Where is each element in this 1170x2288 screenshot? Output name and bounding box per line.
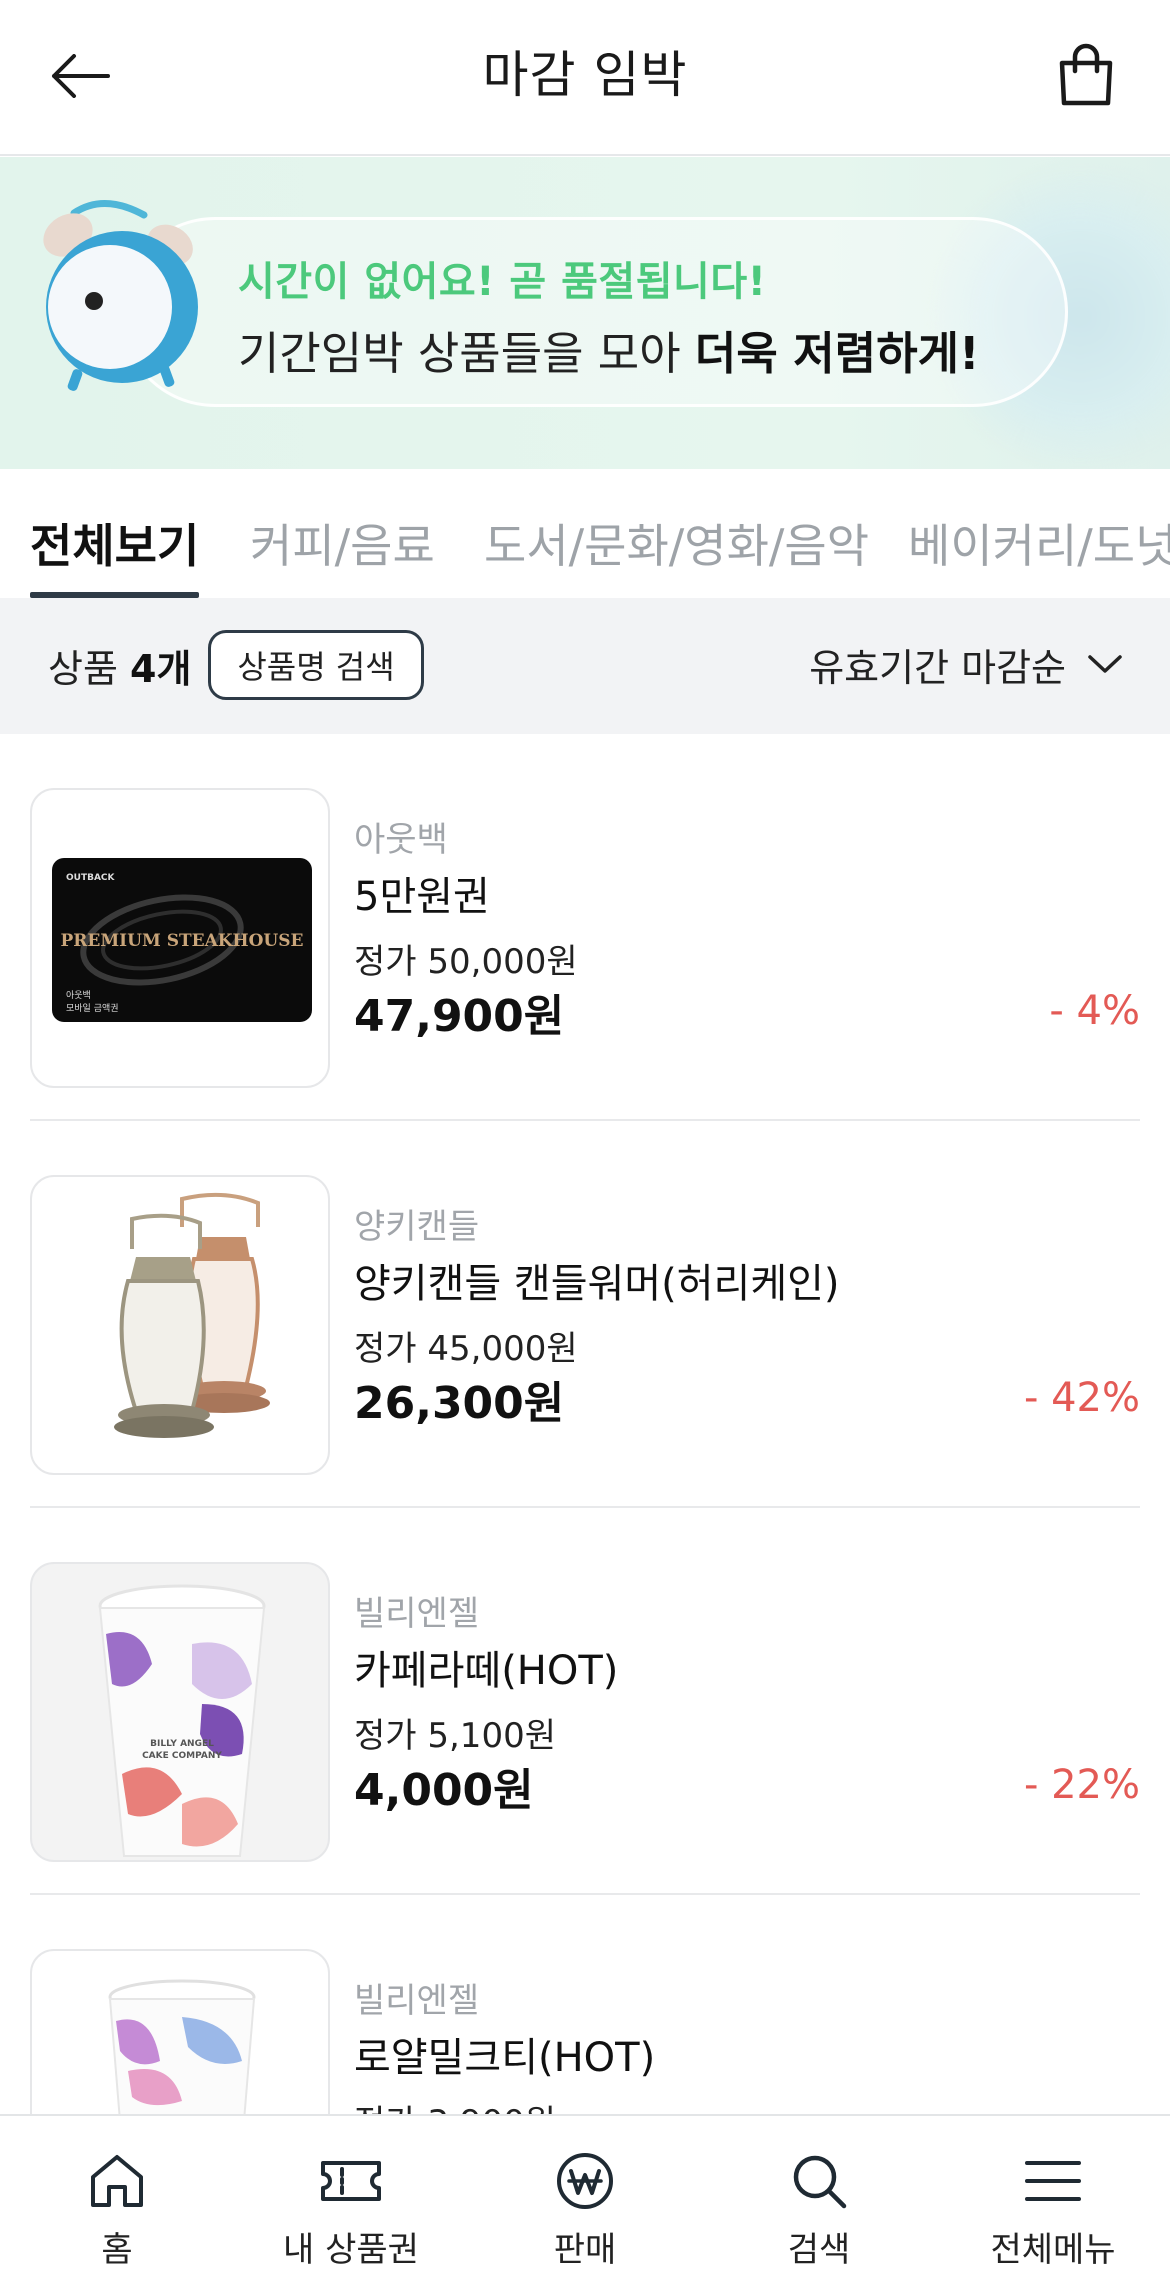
cart-button[interactable] bbox=[1046, 34, 1126, 114]
product-count: 상품 4개 bbox=[48, 638, 191, 693]
nav-sell[interactable]: 판매 bbox=[468, 2116, 702, 2288]
outback-gift-card-image: OUTBACK PREMIUM STEAKHOUSE 아웃백 모바일 금액권 bbox=[52, 858, 312, 1022]
tab-label: 도서/문화/영화/음악 bbox=[484, 519, 870, 573]
product-original-price: 정가 5,100원 bbox=[354, 1716, 556, 1756]
cup-brand-text-1: BILLY ANGEL bbox=[150, 1739, 214, 1749]
nav-all-menu[interactable]: 전체메뉴 bbox=[936, 2116, 1170, 2288]
product-original-price: 정가 45,000원 bbox=[354, 1329, 578, 1369]
alarm-clock-icon bbox=[43, 200, 198, 391]
tab-books-culture[interactable]: 도서/문화/영화/음악 bbox=[484, 510, 869, 598]
chevron-down-icon bbox=[1088, 655, 1122, 673]
product-brand: 양키캔들 bbox=[354, 1207, 480, 1247]
shopping-bag-icon bbox=[1059, 43, 1113, 106]
outback-logo-text: OUTBACK bbox=[66, 873, 116, 883]
product-original-price: 정가 50,000원 bbox=[354, 942, 578, 982]
bottom-navigation: 홈 내 상품권 판매 검색 전체메뉴 bbox=[0, 2114, 1170, 2288]
product-thumbnail bbox=[30, 1949, 330, 2114]
nav-label: 홈 bbox=[101, 2230, 133, 2270]
filter-bar: 상품 4개 상품명 검색 유효기간 마감순 bbox=[0, 598, 1170, 734]
tab-all[interactable]: 전체보기 bbox=[30, 510, 200, 598]
tab-label: 전체보기 bbox=[30, 519, 200, 573]
sort-label: 유효기간 마감순 bbox=[809, 645, 1066, 690]
banner-subline: 기간임박 상품들을 모아 더욱 저렴하게! bbox=[238, 317, 980, 382]
nav-home[interactable]: 홈 bbox=[0, 2116, 234, 2288]
nav-my-vouchers[interactable]: 내 상품권 bbox=[234, 2116, 468, 2288]
tab-bakery[interactable]: 베이커리/도넛 bbox=[908, 510, 1170, 598]
nav-search[interactable]: 검색 bbox=[702, 2116, 936, 2288]
nav-label: 검색 bbox=[787, 2230, 851, 2270]
product-item[interactable]: 양키캔들 양키캔들 캔들워머(허리케인) 정가 45,000원 26,300원 … bbox=[30, 1121, 1140, 1508]
tab-label: 커피/음료 bbox=[250, 519, 435, 573]
nav-label: 내 상품권 bbox=[283, 2230, 419, 2270]
product-thumbnail: OUTBACK PREMIUM STEAKHOUSE 아웃백 모바일 금액권 bbox=[30, 788, 330, 1088]
product-item[interactable]: 빌리엔젤 로얄밀크티(HOT) 정가 3,900원 bbox=[30, 1895, 1140, 2114]
ticket-icon bbox=[321, 2161, 381, 2201]
menu-icon bbox=[1025, 2161, 1081, 2201]
product-item[interactable]: BILLY ANGEL CAKE COMPANY 빌리엔젤 카페라떼(HOT) … bbox=[30, 1508, 1140, 1895]
top-app-bar: 마감 임박 bbox=[0, 0, 1170, 156]
product-thumbnail: BILLY ANGEL CAKE COMPANY bbox=[30, 1562, 330, 1862]
candle-warmer-lanterns-image bbox=[114, 1192, 270, 1438]
outback-card-caption-1: 아웃백 bbox=[66, 990, 91, 1001]
nav-label: 판매 bbox=[553, 2230, 617, 2270]
outback-card-title: PREMIUM STEAKHOUSE bbox=[61, 931, 304, 951]
product-discount: - 42% bbox=[1023, 1375, 1140, 1421]
promo-banner[interactable]: 시간이 없어요! 곧 품절됩니다! 기간임박 상품들을 모아 더욱 저렴하게! bbox=[0, 157, 1170, 469]
product-count-value: 4개 bbox=[130, 647, 192, 691]
product-list: OUTBACK PREMIUM STEAKHOUSE 아웃백 모바일 금액권 아… bbox=[0, 734, 1170, 2114]
nav-label: 전체메뉴 bbox=[990, 2230, 1116, 2270]
product-count-label: 상품 bbox=[48, 647, 130, 691]
banner-subline-bold: 더욱 저렴하게! bbox=[694, 327, 980, 380]
product-sale-price: 26,300원 bbox=[354, 1378, 565, 1429]
page-title: 마감 임박 bbox=[482, 46, 688, 104]
product-sale-price: 4,000원 bbox=[354, 1765, 534, 1816]
banner-subline-prefix: 기간임박 상품들을 모아 bbox=[238, 327, 695, 380]
product-name: 카페라떼(HOT) bbox=[354, 1648, 619, 1694]
product-discount: - 22% bbox=[1023, 1762, 1140, 1808]
sort-dropdown[interactable]: 유효기간 마감순 bbox=[809, 634, 1122, 694]
paper-cup-latte-image: BILLY ANGEL CAKE COMPANY bbox=[98, 1584, 266, 1857]
tab-label: 베이커리/도넛 bbox=[908, 519, 1170, 573]
product-brand: 빌리엔젤 bbox=[354, 1594, 480, 1634]
product-thumbnail bbox=[30, 1175, 330, 1475]
product-brand: 빌리엔젤 bbox=[354, 1981, 480, 2021]
outback-card-caption-2: 모바일 금액권 bbox=[66, 1002, 119, 1014]
product-discount: - 4% bbox=[1049, 988, 1140, 1034]
category-tabs: 전체보기 커피/음료 도서/문화/영화/음악 베이커리/도넛 bbox=[0, 470, 1170, 598]
cup-brand-text-2: CAKE COMPANY bbox=[142, 1751, 222, 1761]
search-icon bbox=[793, 2155, 847, 2209]
home-icon bbox=[91, 2155, 143, 2207]
product-search-button[interactable]: 상품명 검색 bbox=[208, 630, 424, 700]
tab-coffee[interactable]: 커피/음료 bbox=[250, 510, 435, 598]
product-name: 5만원권 bbox=[354, 874, 490, 920]
product-name: 양키캔들 캔들워머(허리케인) bbox=[354, 1261, 840, 1307]
product-name: 로얄밀크티(HOT) bbox=[354, 2035, 656, 2081]
won-coin-icon bbox=[557, 2153, 613, 2209]
product-item[interactable]: OUTBACK PREMIUM STEAKHOUSE 아웃백 모바일 금액권 아… bbox=[30, 734, 1140, 1121]
paper-cup-milktea-image bbox=[108, 1979, 256, 2114]
product-original-price: 정가 3,900원 bbox=[354, 2095, 556, 2114]
banner-headline: 시간이 없어요! 곧 품절됩니다! bbox=[238, 259, 767, 305]
product-sale-price: 47,900원 bbox=[354, 991, 565, 1042]
product-brand: 아웃백 bbox=[354, 820, 448, 860]
